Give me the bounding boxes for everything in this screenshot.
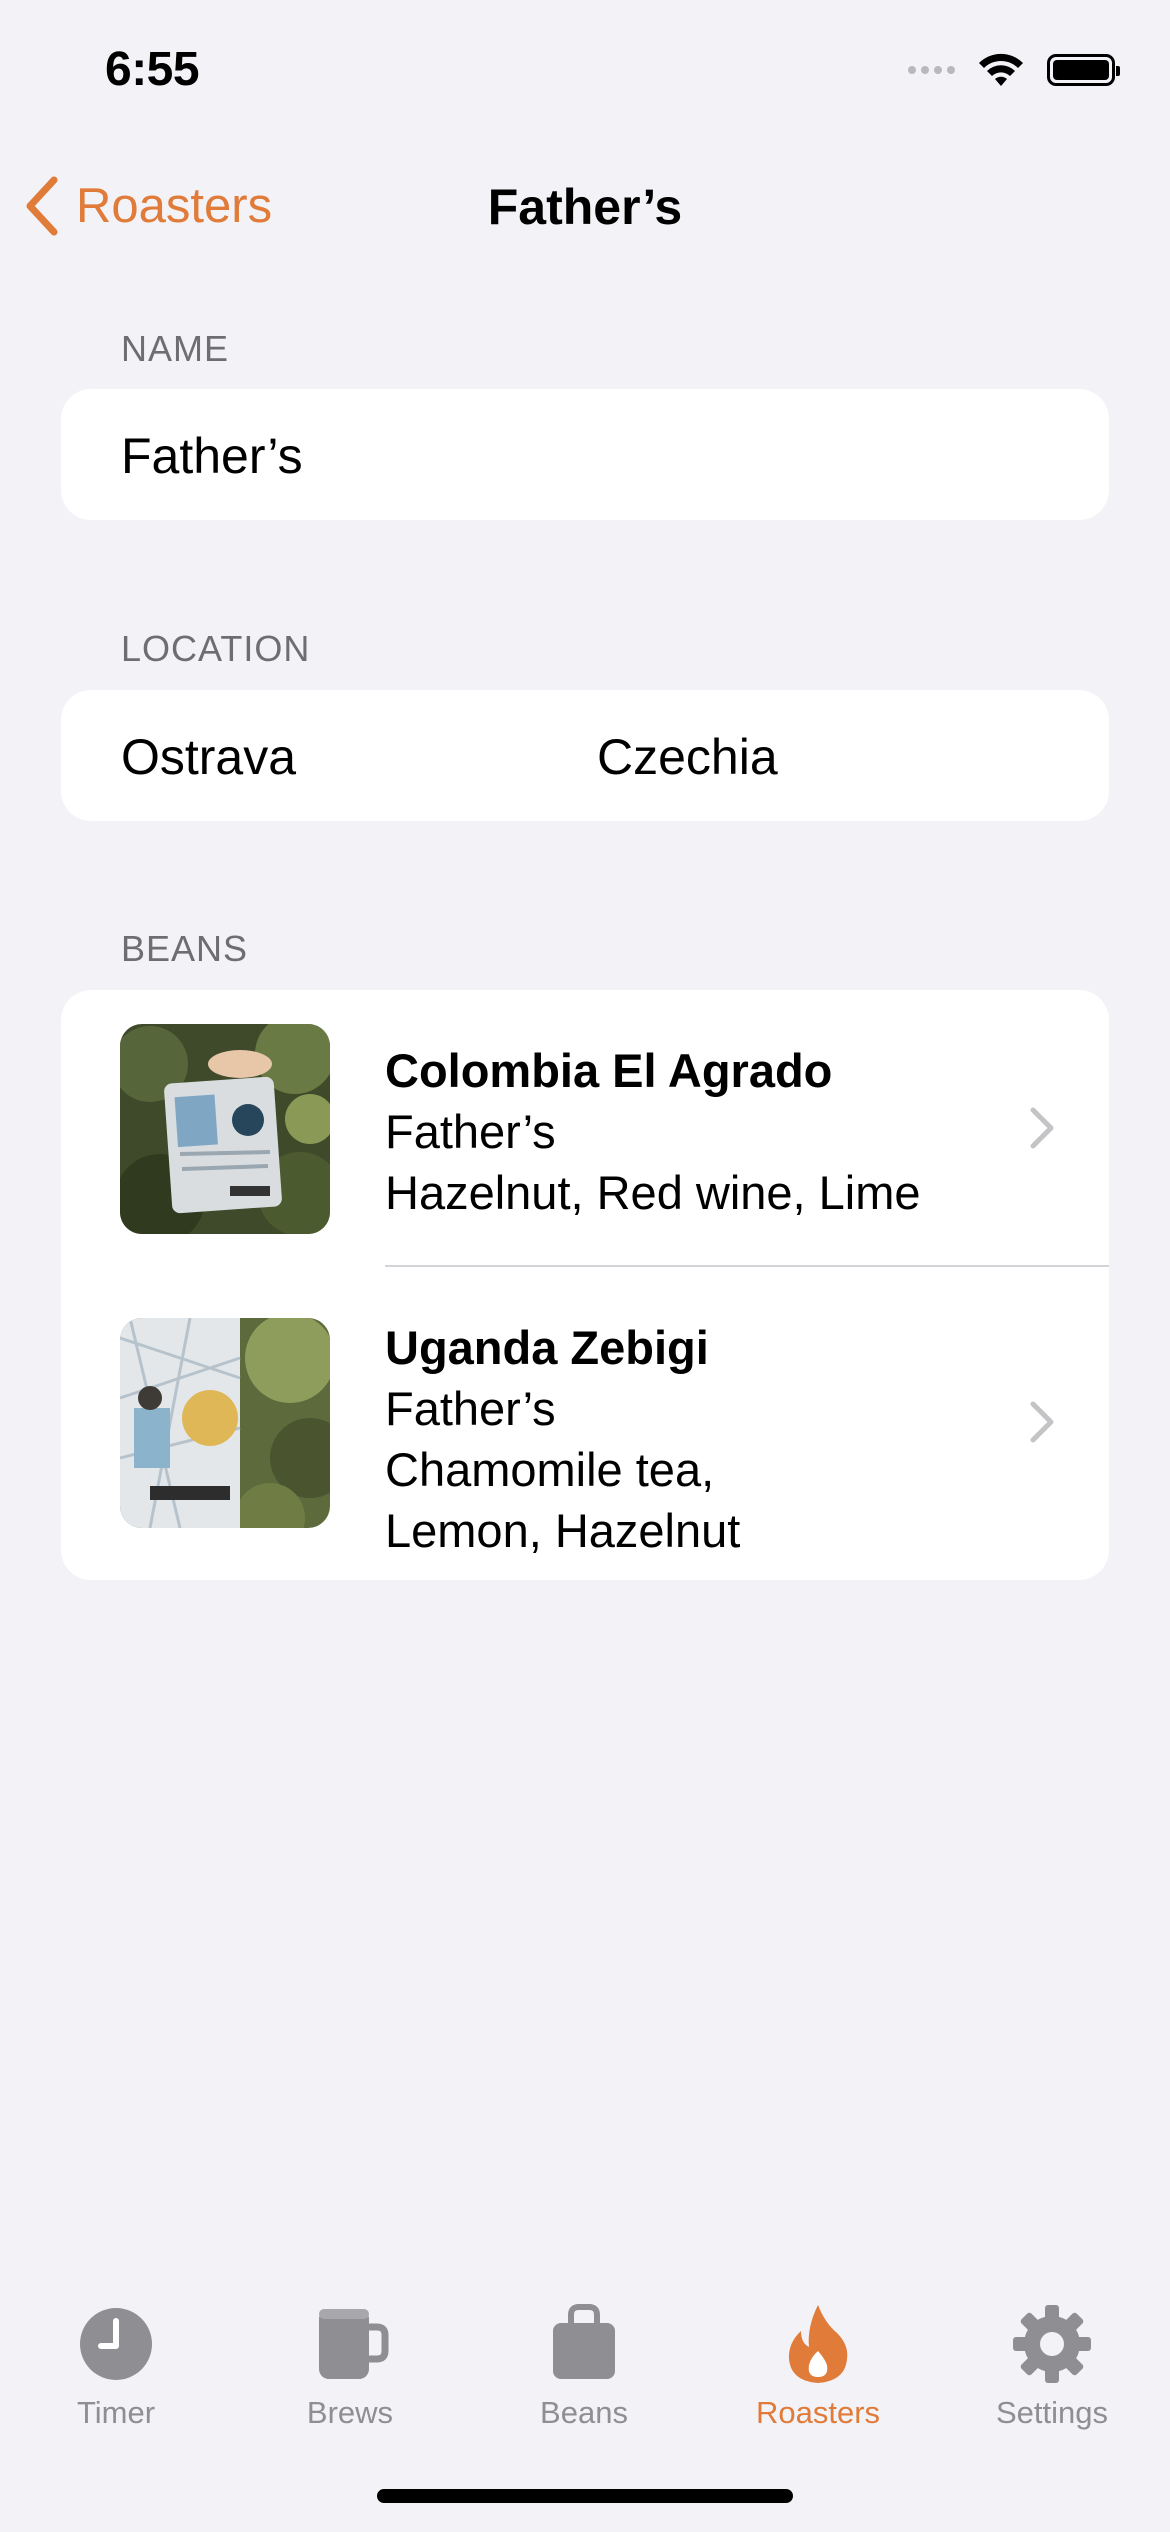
location-section-header: LOCATION [121,628,311,669]
chevron-right-icon [1030,1107,1054,1149]
status-icons [908,52,1120,88]
city-field[interactable]: Ostrava [121,728,296,786]
bean-roaster: Father’s [385,1105,556,1158]
tab-label: Brews [306,2395,394,2430]
bean-photo-uganda [120,1318,330,1528]
page-title: Father’s [487,179,683,235]
tab-label: Settings [995,2395,1108,2430]
bean-name: Uganda Zebigi [385,1321,709,1374]
beans-card: Colombia El Agrado Father’s Hazelnut, Re… [61,990,1109,1580]
tab-beans[interactable]: Beans [474,2265,694,2435]
bean-notes-continued: Lemon, Hazelnut [385,1504,741,1557]
beans-section-header: BEANS [121,928,249,969]
tab-label: Roasters [755,2395,881,2430]
name-field[interactable]: Father’s [121,427,303,485]
name-section-header: NAME [121,328,230,369]
location-card: Ostrava Czechia [61,690,1109,821]
bean-text-colombia: Colombia El Agrado Father’s Hazelnut, Re… [385,1040,1005,1223]
navigation-bar: Roasters Father’s [0,160,1170,250]
bean-row-colombia[interactable]: Colombia El Agrado Father’s Hazelnut, Re… [61,990,1109,1266]
mug-icon [319,2309,389,2379]
bean-notes: Chamomile tea, [385,1443,715,1496]
bean-notes: Hazelnut, Red wine, Lime [385,1166,921,1219]
gear-icon [1013,2305,1091,2383]
wifi-icon [979,53,1023,86]
bean-photo-colombia [120,1024,330,1234]
tab-label: Timer [76,2395,156,2430]
flame-icon [788,2305,848,2383]
bean-text-uganda: Uganda Zebigi Father’s Chamomile tea, Le… [385,1317,1005,1561]
cellular-signal-icon [908,66,955,74]
bean-name: Colombia El Agrado [385,1044,833,1097]
clock-icon [80,2308,152,2380]
bag-icon [553,2304,615,2379]
status-bar: 6:55 [0,0,1170,150]
tab-settings[interactable]: Settings [942,2265,1162,2435]
tab-roasters[interactable]: Roasters [708,2265,928,2435]
bean-row-uganda[interactable]: Uganda Zebigi Father’s Chamomile tea, Le… [61,1267,1109,1580]
bean-roaster: Father’s [385,1382,556,1435]
battery-icon [1047,54,1120,86]
country-field[interactable]: Czechia [597,728,778,786]
tab-timer[interactable]: Timer [6,2265,226,2435]
status-time: 6:55 [105,43,200,96]
chevron-right-icon [1030,1401,1054,1443]
home-indicator [377,2489,793,2503]
name-card: Father’s [61,389,1109,520]
tab-brews[interactable]: Brews [240,2265,460,2435]
tab-label: Beans [540,2395,628,2430]
